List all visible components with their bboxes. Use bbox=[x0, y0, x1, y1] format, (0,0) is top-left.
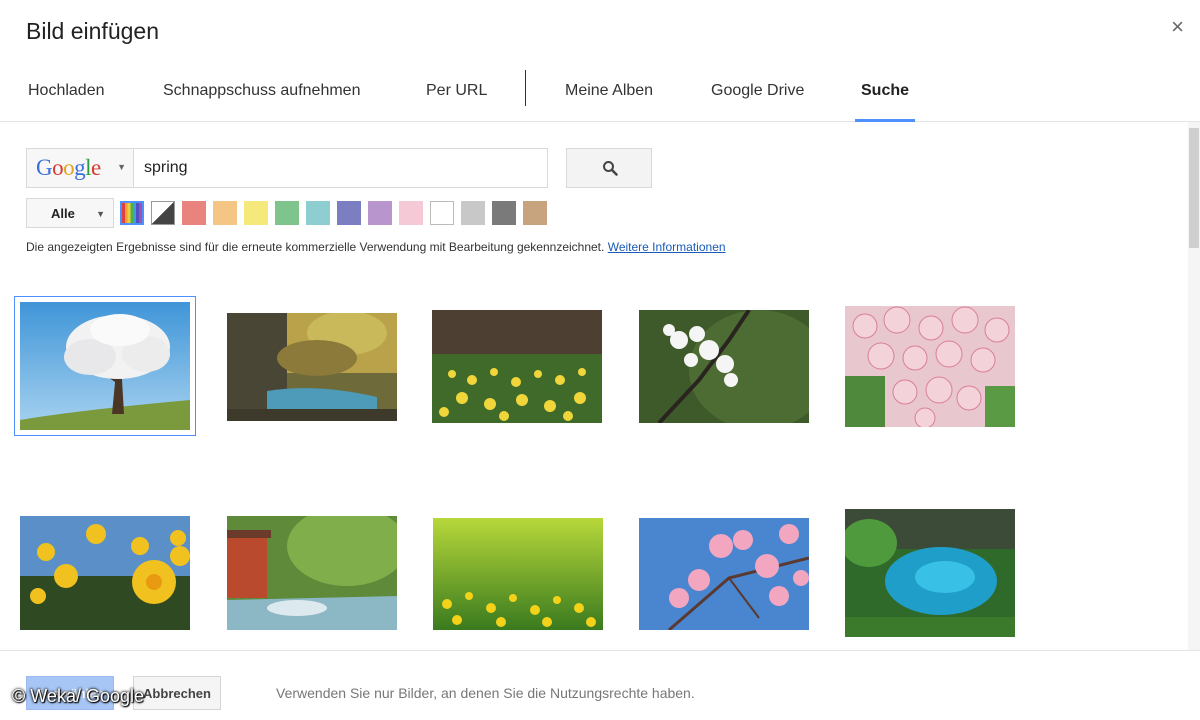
tab-divider bbox=[525, 70, 526, 106]
search-engine-select[interactable]: Google ▼ bbox=[26, 148, 134, 188]
chevron-down-icon: ▼ bbox=[96, 209, 105, 219]
tab-per-url[interactable]: Per URL bbox=[426, 60, 487, 122]
google-logo: Google bbox=[36, 155, 101, 180]
result-image-5[interactable] bbox=[845, 306, 1015, 427]
result-image-9[interactable] bbox=[639, 518, 809, 630]
pink-flowers-sky-image bbox=[639, 518, 809, 630]
image-type-select[interactable]: Alle ▼ bbox=[26, 198, 114, 228]
daffodil-meadow-image bbox=[432, 310, 602, 423]
license-notice-text: Die angezeigten Ergebnisse sind für die … bbox=[26, 240, 605, 254]
red-mill-river-image bbox=[227, 516, 397, 630]
blue-pool-forest-image bbox=[845, 509, 1015, 637]
chevron-down-icon: ▼ bbox=[117, 162, 126, 172]
color-swatch-gray[interactable] bbox=[461, 201, 485, 225]
tab-google-drive[interactable]: Google Drive bbox=[711, 60, 804, 122]
image-type-label: Alle bbox=[51, 206, 75, 221]
tab-suche[interactable]: Suche bbox=[854, 60, 916, 122]
color-swatch-all-colors[interactable] bbox=[120, 201, 144, 225]
cancel-button[interactable]: Abbrechen bbox=[133, 676, 221, 710]
tab-bar: Hochladen Schnappschuss aufnehmen Per UR… bbox=[0, 60, 1200, 122]
result-image-3[interactable] bbox=[432, 310, 602, 423]
result-image-6[interactable] bbox=[20, 516, 190, 630]
white-blossom-branch-image bbox=[639, 310, 809, 423]
result-image-4[interactable] bbox=[639, 310, 809, 423]
color-swatch-orange[interactable] bbox=[213, 201, 237, 225]
copyright-watermark: © Weka/ Google bbox=[12, 686, 144, 706]
more-info-link[interactable]: Weitere Informationen bbox=[608, 240, 726, 254]
license-notice: Die angezeigten Ergebnisse sind für die … bbox=[26, 240, 726, 254]
forest-stream-image bbox=[227, 313, 397, 421]
scrollbar-thumb[interactable] bbox=[1189, 128, 1199, 248]
color-swatch-teal[interactable] bbox=[306, 201, 330, 225]
color-swatch-dark-gray[interactable] bbox=[492, 201, 516, 225]
dialog-title: Bild einfügen bbox=[26, 18, 159, 44]
search-button[interactable] bbox=[566, 148, 652, 188]
result-image-8[interactable] bbox=[433, 518, 603, 630]
color-swatch-black-white[interactable] bbox=[151, 201, 175, 225]
tab-schnappschuss[interactable]: Schnappschuss aufnehmen bbox=[163, 60, 360, 122]
color-swatch-brown[interactable] bbox=[523, 201, 547, 225]
search-input[interactable] bbox=[134, 148, 548, 188]
color-swatch-green[interactable] bbox=[275, 201, 299, 225]
close-icon[interactable]: × bbox=[1171, 16, 1184, 38]
color-swatch-blue[interactable] bbox=[337, 201, 361, 225]
result-image-10[interactable] bbox=[845, 509, 1015, 637]
daffodils-closeup-image bbox=[20, 516, 190, 630]
color-swatch-white[interactable] bbox=[430, 201, 454, 225]
color-swatch-pink[interactable] bbox=[399, 201, 423, 225]
tree-blossom-image bbox=[20, 302, 190, 430]
yellow-flowers-field-image bbox=[433, 518, 603, 630]
result-image-7[interactable] bbox=[227, 516, 397, 630]
tab-meine-alben[interactable]: Meine Alben bbox=[565, 60, 653, 122]
color-swatch-yellow[interactable] bbox=[244, 201, 268, 225]
color-swatch-purple[interactable] bbox=[368, 201, 392, 225]
magnifier-icon bbox=[603, 161, 618, 176]
color-swatch-red[interactable] bbox=[182, 201, 206, 225]
result-image-2[interactable] bbox=[227, 313, 397, 421]
result-image-1[interactable] bbox=[14, 296, 196, 436]
tab-hochladen[interactable]: Hochladen bbox=[28, 60, 105, 122]
pink-blossoms-image bbox=[845, 306, 1015, 427]
usage-rights-note: Verwenden Sie nur Bilder, an denen Sie d… bbox=[276, 685, 695, 701]
